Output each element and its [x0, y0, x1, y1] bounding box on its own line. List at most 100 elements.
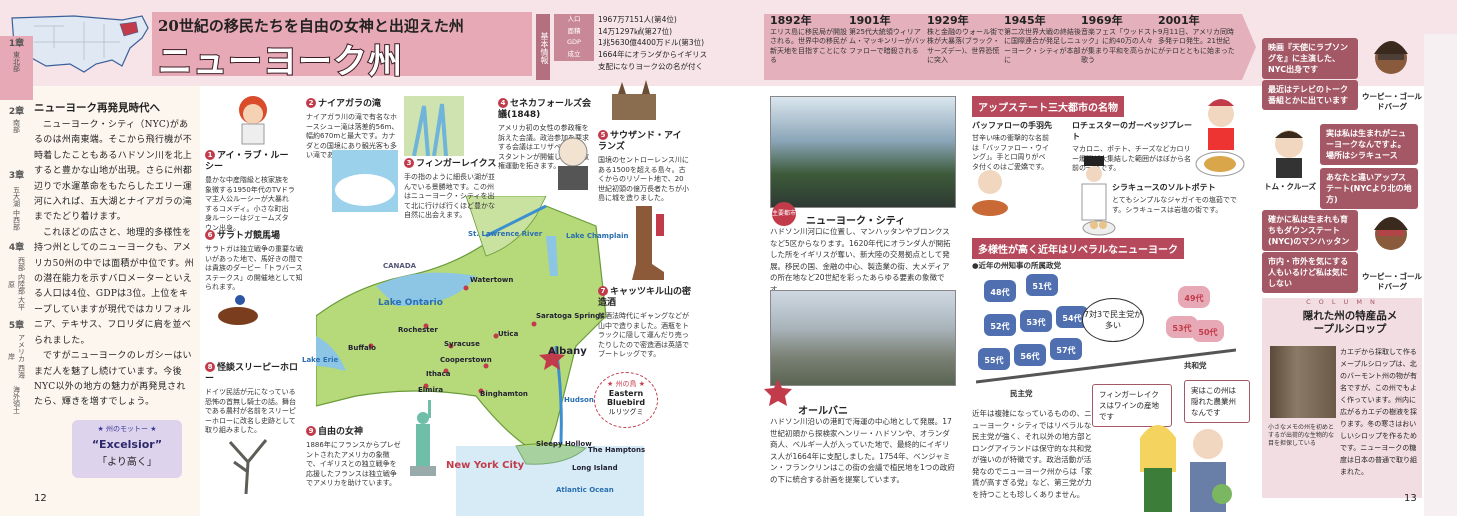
- tab-chapter-4[interactable]: 4章 西部 内陸部 大平原: [0, 240, 33, 316]
- basic-row: 成立 1664年にオランダからイギリス: [554, 49, 759, 61]
- page-number-right: 13: [1404, 493, 1417, 504]
- basic-info-table: 人口 1967万7151人(第4位) 面積 14万1297㎢(第27位) GDP 1兆…: [554, 14, 759, 73]
- tab-chapter-1[interactable]: 1章 東北部: [0, 36, 33, 100]
- buffalo-wings-illustration: [972, 170, 1008, 216]
- spot-3: 3 フィンガーレイクス 手の指のように細長い湖が並んでいる景勝地です。この州はニュー…: [404, 158, 497, 219]
- spot-9: 9 自由の女神 1886年にフランスからプレゼントされたアメリカの象徴で、イギリスと…: [306, 426, 401, 487]
- state-bird: ★ 州の鳥 ★ Eastern Bluebird ルリツグミ: [594, 372, 658, 428]
- donkey-label: 57代: [1056, 345, 1075, 355]
- donkey-label: 48代: [990, 287, 1009, 297]
- tab-chapter-5[interactable]: 5章 アメリカ 西海岸: [0, 318, 33, 380]
- democrat-donkey: 56代: [1014, 344, 1046, 366]
- donkey-label: 53代: [1026, 317, 1045, 327]
- racehorse-illustration: [218, 295, 258, 325]
- democrat-donkey: 55代: [978, 348, 1010, 370]
- tree-illustration: [228, 439, 268, 494]
- capital-star-icon: [764, 379, 792, 406]
- republican-elephant: 53代: [1166, 316, 1198, 338]
- donkey-label: 51代: [1032, 281, 1051, 291]
- map-label: Lake Champlain: [566, 232, 629, 240]
- democrat-donkey: 57代: [1050, 338, 1082, 360]
- donkey-label: 56代: [1020, 351, 1039, 361]
- finger-lakes-illustration: [404, 96, 464, 156]
- ratio-bubble: 7対3で民主党が多い: [1082, 298, 1144, 342]
- albany-heading: オールバニ: [798, 406, 848, 417]
- basic-row: 支配になりヨーク公の名が付く: [598, 61, 703, 71]
- politics-text: 近年は複雑になっているものの、ニューヨーク・シティではリベラルな民主党が強く、そ…: [972, 409, 1092, 499]
- photo-caption: 小さなメモの州を初めとするが出荷的な生物的な目を担保している: [1268, 424, 1335, 447]
- map-label: Long Island: [572, 464, 618, 472]
- map-label: Rochester: [398, 326, 438, 334]
- boy-illustration: [1208, 99, 1234, 150]
- spot-1: 1 アイ・ラブ・ルーシー 豊かな中産階級と核家族を象徴する1950年代のTVドラマ主…: [205, 150, 295, 232]
- basic-info-label: 基本情報: [536, 14, 550, 80]
- elephant-label: 53代: [1172, 323, 1191, 333]
- quote-bubble: 確かに私は生まれも育ちもダウンステート(NYC)のマンハッタン: [1262, 210, 1358, 251]
- donkey-label: 55代: [984, 355, 1003, 365]
- tom-cruise-illustration: [1275, 130, 1303, 178]
- map-label: Sleepy Hollow: [536, 440, 592, 448]
- chapter-tabs: [1424, 34, 1457, 516]
- column-label: C O L U M N: [1306, 298, 1378, 306]
- lucy-illustration: [239, 96, 267, 145]
- tab-territories[interactable]: 海外領土: [0, 384, 33, 428]
- nyc-text: ハドソン川河口に位置し、マンハッタンやブロンクスなど5区からなります。1620年…: [770, 227, 951, 294]
- column-text: カエデから採取して作るメープルシロップは、北のバーモント州の物が有名ですが、この…: [1340, 348, 1417, 476]
- map-label: Elmira: [418, 386, 444, 394]
- column-title: 隠れた州の特産品メープルシロップ: [1302, 310, 1398, 335]
- timeline-item: 1901年 第25代大統領ウィリアム・マッキンリーがバッファローで暗殺される: [849, 14, 926, 55]
- stanton-portrait: [558, 137, 588, 190]
- nyc-heading: ニューヨーク・シティ: [806, 216, 906, 227]
- tab-chapter-3[interactable]: 3章 五大湖 中西部: [0, 168, 33, 238]
- spot-6: 6 サラトガ競馬場 サラトガは独立戦争の重要な戦いがあった地で、馬好きの間では貴族の…: [205, 230, 303, 291]
- person-caption: トム・クルーズ: [1264, 182, 1316, 191]
- spot-7: 7 キャッツキル山の密造酒 禁酒法時代にギャングなどが山中で造りました。酒瓶をトラッ…: [598, 286, 692, 358]
- castle-illustration: [612, 80, 656, 120]
- elephant-label: 49代: [1184, 293, 1203, 303]
- timeline-item: 1929年 株と金融のウォール街で株が大暴落(ブラック・サーズデー)、世界恐慌に突…: [927, 14, 1004, 64]
- quote-bubble: 映画『天使にラブソングを』に主演した、NYC出身です: [1262, 38, 1358, 79]
- democrat-donkey: 51代: [1026, 274, 1058, 296]
- albany-text: ハドソン川沿いの港町で海運の中心地として発展。17世紀初頭から探検家ヘンリー・ハ…: [770, 417, 955, 484]
- page-subtitle: 20世紀の移民たちを自由の女神と出迎えた州: [158, 17, 464, 35]
- salt-potatoes-illustration: [1082, 220, 1116, 236]
- albany-photo: [770, 290, 956, 386]
- tab-chapter-2[interactable]: 2章 南部: [0, 104, 33, 164]
- garbage-plate-illustration: [1195, 151, 1245, 177]
- food-item: シラキュースのソルトポテト とてもシンプルなジャガイモの塩茹でです。シラキュースは…: [1112, 183, 1237, 214]
- politics-heading: 多様性が高く近年はリベラルなニューヨーク: [972, 238, 1184, 259]
- basic-row: GDP 1兆5630億4400万ドル(第3位): [554, 37, 759, 50]
- farmers-illustration: [1140, 425, 1232, 512]
- state-motto: ★ 州のモットー ★ “Excelsior” 「より高く」: [72, 420, 182, 478]
- donkey-label: 54代: [1062, 313, 1081, 323]
- map-label: Cooperstown: [440, 356, 492, 364]
- map-label: Atlantic Ocean: [556, 486, 614, 494]
- chef-illustration: [1081, 156, 1107, 221]
- basic-row: 人口 1967万7151人(第4位): [554, 14, 759, 26]
- section-heading: ニューヨーク再発見時代へ: [34, 102, 160, 114]
- quote-bubble: あなたと違いアップステート(NYCより北の地方): [1320, 168, 1418, 209]
- magazine-spread: 20世紀の移民たちを自由の女神と出迎えた州 ニューヨーク州 基本情報 人口 196…: [0, 0, 1457, 516]
- quote-bubble: 最近はテレビのトーク番組とかに出ています: [1262, 80, 1358, 110]
- map-label: The Hamptons: [588, 446, 646, 454]
- map-label: Albany: [548, 346, 587, 357]
- elephant-label: 50代: [1198, 327, 1217, 337]
- whoopi-illustration-2: [1374, 217, 1408, 250]
- democrat-donkey: 48代: [984, 280, 1016, 302]
- person-caption: ウーピー・ゴールドバーグ: [1362, 92, 1422, 111]
- timeline-item: 1892年 エリス島に移民局が開設される。世界中の移民が新天地を目指すことになる: [770, 14, 847, 64]
- timeline-item: 1969年 音楽フェス「ウッドストック」に約40万の人々が集まり平和を高らかに歌う: [1081, 14, 1158, 64]
- nyc-map-label: New York City: [446, 460, 525, 471]
- basic-row: 面積 14万1297㎢(第27位): [554, 25, 759, 38]
- map-label: Utica: [498, 330, 519, 338]
- niagara-falls-illustration: [332, 150, 398, 212]
- page-number-left: 12: [34, 493, 47, 504]
- timeline-item: 2001年 9月11日、アメリカ同時多発テロ発生。21世紀がテロとともに始まった: [1158, 14, 1235, 55]
- spot-8: 8 怪談スリーピーホロー ドイツ民話が元になっている恐怖の首無し騎士の話。舞台である…: [205, 362, 299, 434]
- nyc-photo: [770, 96, 956, 208]
- map-label: Watertown: [470, 276, 514, 284]
- city-badge: 主要都市: [772, 202, 796, 226]
- map-label: Saratoga Springs: [536, 312, 605, 320]
- republican-elephant: 49代: [1178, 286, 1210, 308]
- maple-tree-photo: [1270, 346, 1336, 418]
